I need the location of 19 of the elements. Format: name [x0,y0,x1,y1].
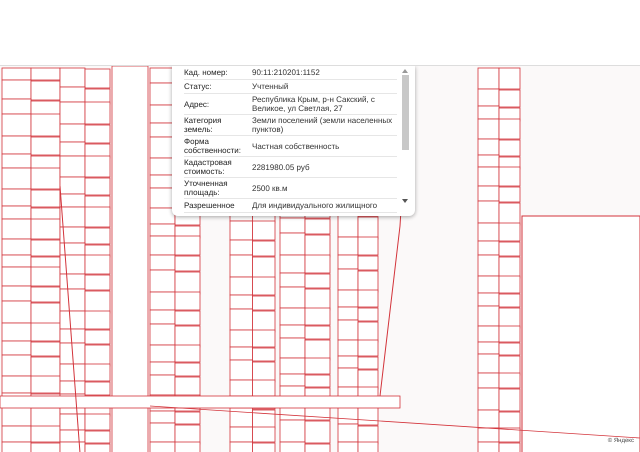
field-label: Адрес: [184,100,210,108]
field-value: Республика Крым, р-н Сакский, с Великое, ул Светлая, 27 [252,95,376,113]
field-value: Земли поселений (земли населенных пунктов) [252,116,394,134]
field-value: Частная собственность [252,142,340,150]
field-label: Кадастровая стоимость: [184,158,233,176]
field-value: Для индивидуального жилищного [252,201,378,210]
field-value: Учтенный [252,82,290,91]
field-label: Уточненная площадь: [184,179,229,197]
field-label: Разрешенное [184,201,236,210]
scroll-up-icon[interactable] [402,69,408,73]
field-label: Статус: [184,82,213,91]
scroll-thumb[interactable] [402,75,408,150]
field-value: 2281980.05 руб [252,162,311,172]
field-value: 2500 кв.м [252,184,288,192]
scroll-down-icon[interactable] [402,199,408,203]
field-label: Категория земель: [184,116,222,134]
field-label: Форма собственности: [184,137,242,155]
field-label: Кад. номер: [184,68,229,77]
field-value: 90:11:210201:1152 [252,68,321,77]
